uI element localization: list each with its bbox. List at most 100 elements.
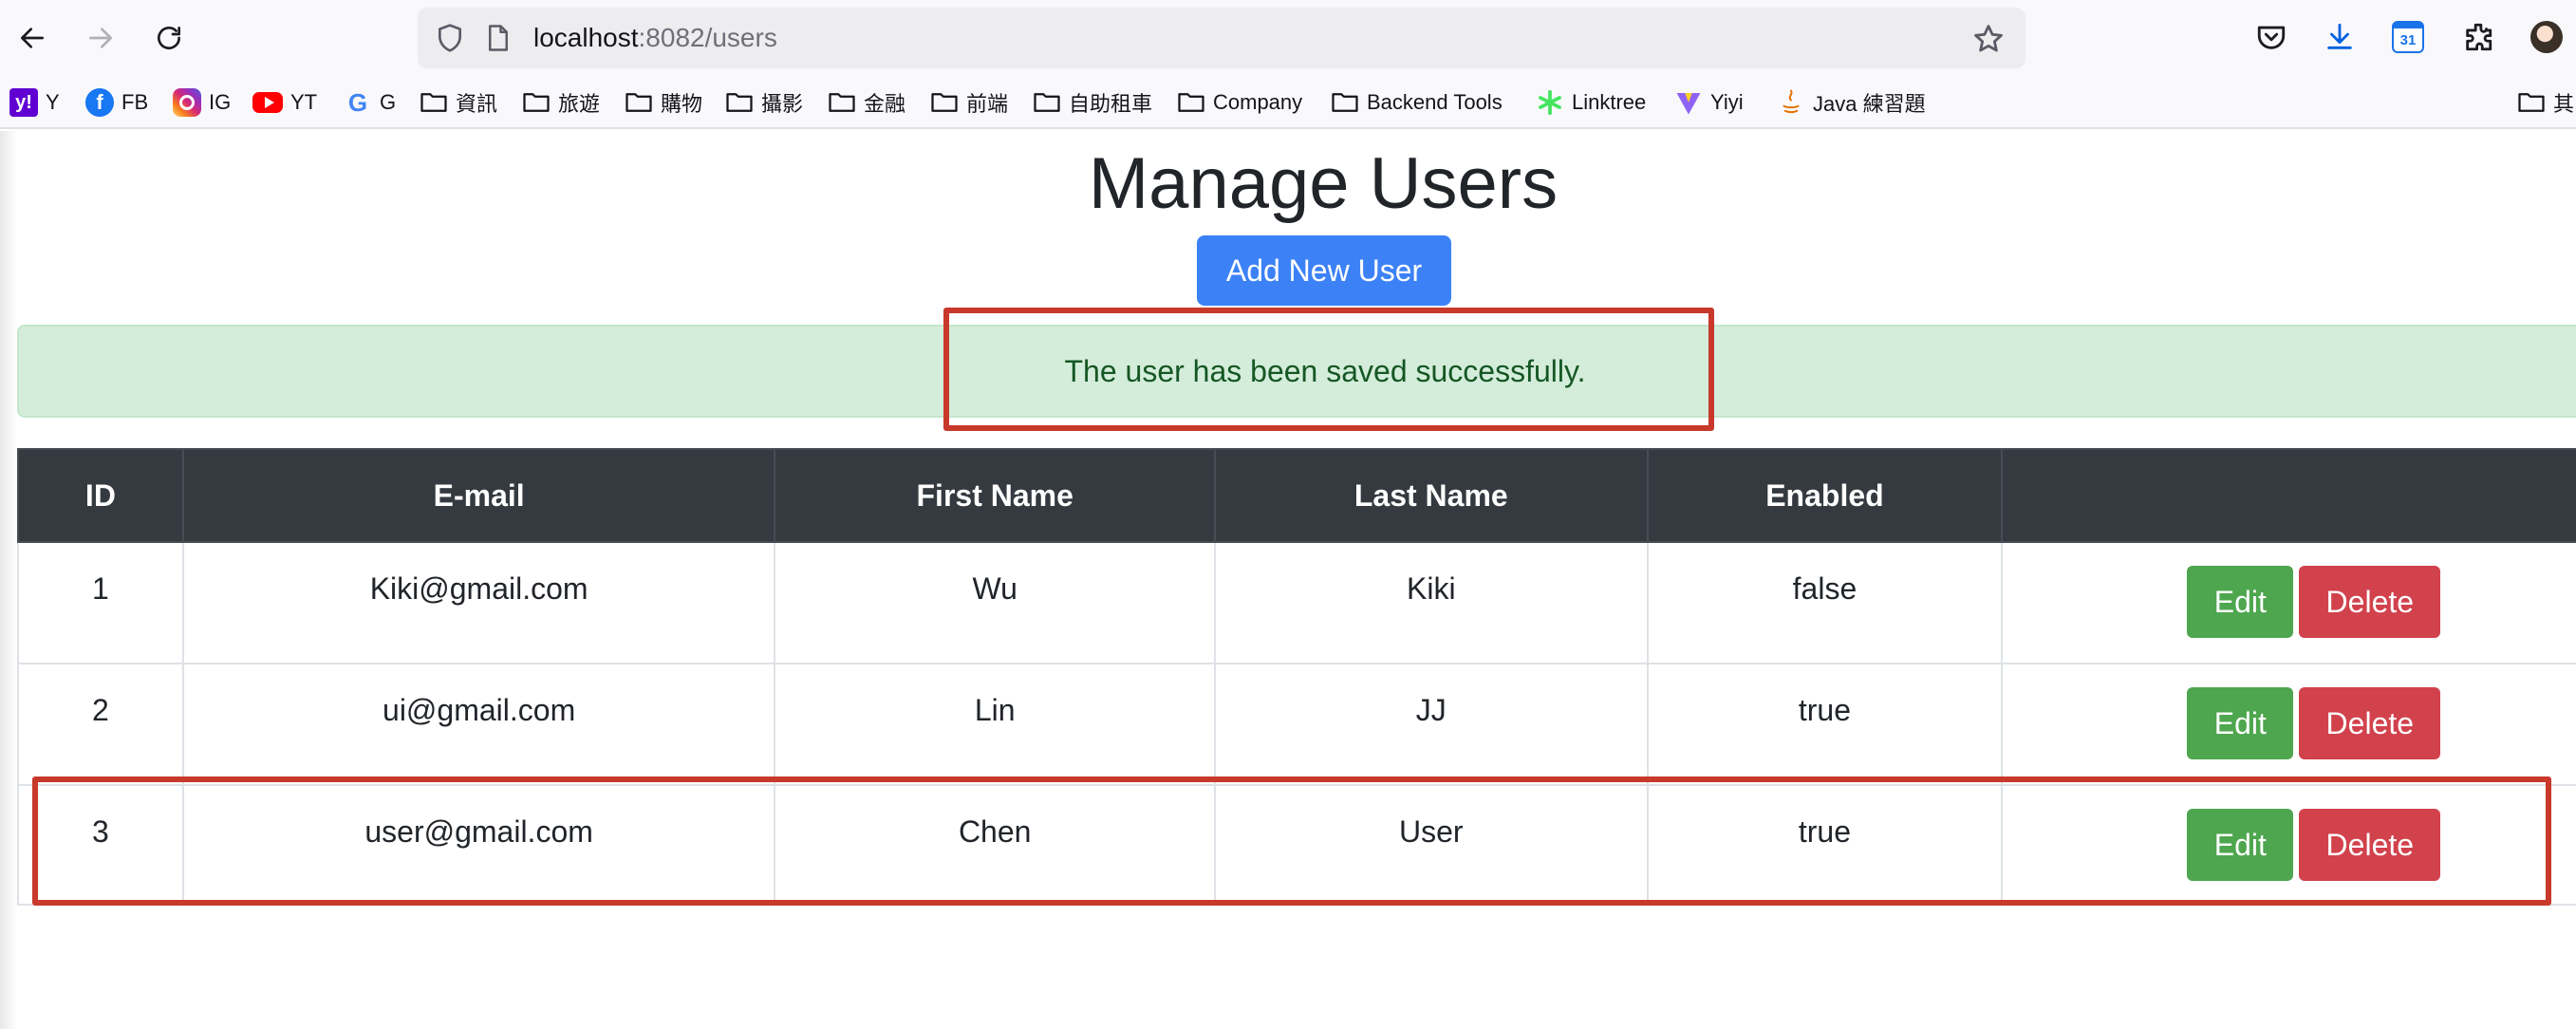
calendar-icon[interactable]: 31 xyxy=(2390,19,2426,55)
bookmark-g[interactable]: G G xyxy=(344,85,396,120)
folder-icon xyxy=(1331,88,1359,117)
bookmark-java[interactable]: Java 練習題 xyxy=(1777,85,1926,120)
bookmark-ig[interactable]: IG xyxy=(173,85,231,120)
bookmark-label: FB xyxy=(121,90,149,114)
bookmark-label: G xyxy=(380,90,397,114)
add-new-user-button[interactable]: Add New User xyxy=(1197,235,1451,306)
folder-icon xyxy=(522,88,551,117)
bookmark-folder[interactable]: 購物 xyxy=(625,85,702,120)
bookmark-label: 攝影 xyxy=(761,92,804,116)
cell-last-name: Kiki xyxy=(1213,541,1649,664)
header-first-name: First Name xyxy=(774,448,1216,543)
edit-button[interactable]: Edit xyxy=(2187,566,2294,638)
pocket-icon[interactable] xyxy=(2253,19,2289,55)
header-last-name: Last Name xyxy=(1213,448,1649,543)
bookmark-folder[interactable]: 攝影 xyxy=(725,85,803,120)
calendar-day: 31 xyxy=(2392,21,2424,53)
cell-enabled: true xyxy=(1646,663,2004,786)
yahoo-icon: y! xyxy=(9,88,38,117)
table-row: 1 Kiki@gmail.com Wu Kiki false Edit Delet… xyxy=(17,541,2576,664)
highlight-box-row xyxy=(32,776,2551,906)
page-title: Manage Users xyxy=(1088,143,1559,224)
cell-actions: Edit Delete xyxy=(2001,663,2576,786)
bookmark-yt[interactable]: YT xyxy=(252,85,317,120)
browser-toolbar: localhost:8082/users 31 xyxy=(0,0,2576,76)
shield-icon[interactable] xyxy=(435,23,465,53)
bookmark-label: 購物 xyxy=(661,92,703,116)
bookmark-label: Y xyxy=(46,90,60,114)
download-icon[interactable] xyxy=(2322,19,2358,55)
delete-button[interactable]: Delete xyxy=(2299,566,2441,638)
header-id: ID xyxy=(17,448,184,543)
bookmark-label: 資訊 xyxy=(456,92,498,116)
header-enabled: Enabled xyxy=(1646,448,2004,543)
url-host: localhost xyxy=(533,23,639,52)
folder-icon xyxy=(625,88,653,117)
bookmark-folder[interactable]: 前端 xyxy=(930,85,1008,120)
reload-icon[interactable] xyxy=(144,13,194,63)
bookmark-folder[interactable]: Company xyxy=(1177,85,1302,120)
folder-icon xyxy=(1033,88,1061,117)
table-header-row: ID E-mail First Name Last Name Enabled xyxy=(17,448,2576,543)
page-edge-shadow xyxy=(0,131,17,1029)
bookmark-folder[interactable]: 資訊 xyxy=(420,85,497,120)
edit-button[interactable]: Edit xyxy=(2187,687,2294,759)
cell-first-name: Wu xyxy=(774,541,1216,664)
cell-email: ui@gmail.com xyxy=(181,663,776,786)
bookmarks-bar: y! Y f FB IG YT G G 資訊 旅遊 購物 攝影 金融 前端 自助… xyxy=(0,76,2576,129)
avatar xyxy=(2530,21,2563,53)
bookmark-folder[interactable]: 金融 xyxy=(828,85,905,120)
cell-id: 1 xyxy=(17,541,184,664)
bookmark-label: Linktree xyxy=(1572,90,1647,114)
bookmark-label: Yiyi xyxy=(1710,90,1744,114)
java-icon xyxy=(1777,88,1805,117)
highlight-box-alert xyxy=(943,308,1714,431)
address-bar[interactable]: localhost:8082/users xyxy=(418,8,2025,68)
header-email: E-mail xyxy=(181,448,776,543)
bookmark-folder[interactable]: Backend Tools xyxy=(1331,85,1503,120)
facebook-icon: f xyxy=(85,88,114,117)
bookmark-linktree[interactable]: Linktree xyxy=(1536,85,1646,120)
google-icon: G xyxy=(347,87,368,117)
bookmark-label: Backend Tools xyxy=(1367,90,1503,114)
bookmark-label: 旅遊 xyxy=(558,92,601,116)
url-path: :8082/users xyxy=(638,23,777,52)
folder-icon xyxy=(828,88,856,117)
page-content: Manage Users Add New User The user has b… xyxy=(0,131,2576,1029)
bookmark-folder-overflow[interactable]: 其 xyxy=(2517,85,2574,120)
bookmark-y[interactable]: y! Y xyxy=(9,85,60,120)
cell-actions: Edit Delete xyxy=(2001,541,2576,664)
folder-icon xyxy=(420,88,448,117)
youtube-icon xyxy=(252,92,283,113)
bookmark-yiyi[interactable]: Yiyi xyxy=(1674,85,1744,120)
star-icon[interactable] xyxy=(1972,23,2005,55)
bookmark-label: Company xyxy=(1213,90,1303,114)
folder-icon xyxy=(725,88,754,117)
cell-first-name: Lin xyxy=(774,663,1216,786)
account-icon[interactable] xyxy=(2529,19,2565,55)
cell-enabled: false xyxy=(1646,541,2004,664)
vite-icon xyxy=(1674,88,1703,117)
bookmark-folder[interactable]: 旅遊 xyxy=(522,85,600,120)
delete-button[interactable]: Delete xyxy=(2299,687,2441,759)
bookmark-label: 金融 xyxy=(864,92,906,116)
bookmark-label: 其 xyxy=(2553,92,2575,116)
bookmark-label: 自助租車 xyxy=(1069,92,1153,116)
page-icon xyxy=(489,25,508,51)
bookmark-label: Java 練習題 xyxy=(1813,92,1926,116)
back-icon[interactable] xyxy=(8,13,57,63)
extensions-icon[interactable] xyxy=(2460,19,2496,55)
folder-icon xyxy=(2517,88,2546,117)
bookmark-fb[interactable]: f FB xyxy=(85,85,148,120)
cell-email: Kiki@gmail.com xyxy=(181,541,776,664)
bookmark-label: IG xyxy=(209,90,232,114)
forward-icon[interactable] xyxy=(76,13,125,63)
folder-icon xyxy=(930,88,959,117)
cell-id: 2 xyxy=(17,663,184,786)
bookmark-label: 前端 xyxy=(966,92,1009,116)
bookmark-folder[interactable]: 自助租車 xyxy=(1033,85,1152,120)
url-text[interactable]: localhost:8082/users xyxy=(533,24,777,52)
header-actions xyxy=(2001,448,2576,543)
table-row: 2 ui@gmail.com Lin JJ true Edit Delete xyxy=(17,663,2576,786)
folder-icon xyxy=(1177,88,1205,117)
